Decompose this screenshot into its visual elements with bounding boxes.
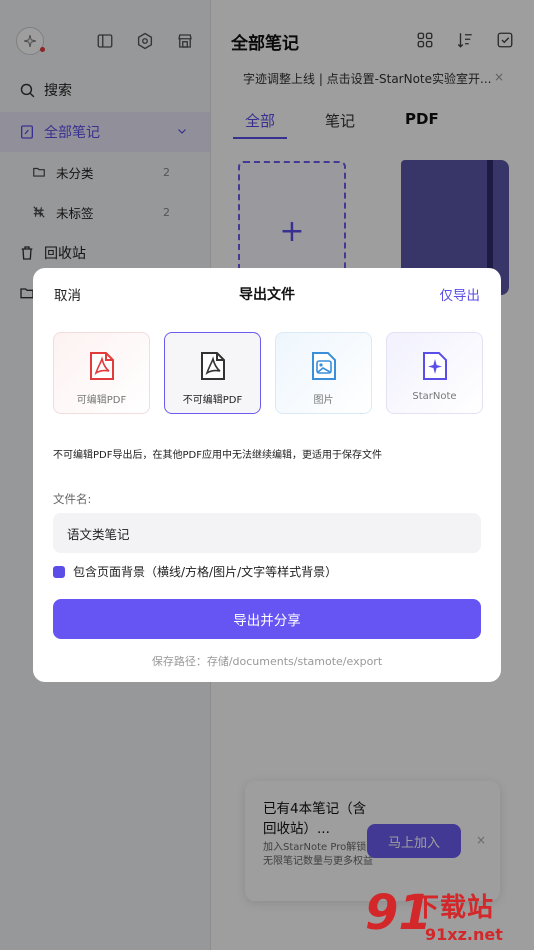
image-icon — [309, 351, 339, 381]
pdf-icon — [87, 351, 117, 381]
watermark-bottom: 91xz.net — [425, 925, 503, 944]
export-dialog: 导出文件 取消 仅导出 可编辑PDF 不可编辑PDF 图片 StarNote 不… — [33, 268, 501, 682]
option-image[interactable]: 图片 — [275, 332, 372, 414]
pdf-icon — [198, 351, 228, 381]
format-description: 不可编辑PDF导出后，在其他PDF应用中无法继续编辑，更适用于保存文件 — [53, 450, 382, 461]
option-label: 图片 — [313, 395, 334, 406]
watermark-logo: 91 下载站 91xz.net — [365, 885, 531, 947]
export-only-button[interactable]: 仅导出 — [440, 284, 481, 304]
dialog-title: 导出文件 — [239, 287, 295, 303]
option-non-editable-pdf[interactable]: 不可编辑PDF — [164, 332, 261, 414]
checkbox-checked-icon[interactable] — [53, 565, 65, 578]
sparkle-icon — [420, 351, 450, 381]
checkbox-label: 包含页面背景（横线/方格/图片/文字等样式背景） — [73, 565, 338, 579]
option-starnote[interactable]: StarNote — [386, 332, 483, 414]
filename-input[interactable]: 语文类笔记 — [53, 513, 481, 553]
option-label: 不可编辑PDF — [182, 395, 243, 406]
save-path: 保存路径：存储/documents/stamote/export — [151, 655, 383, 668]
include-background-checkbox[interactable]: 包含页面背景（横线/方格/图片/文字等样式背景） — [53, 563, 337, 580]
cancel-button[interactable]: 取消 — [54, 284, 81, 304]
option-label: StarNote — [412, 391, 457, 402]
option-label: 可编辑PDF — [76, 395, 127, 406]
export-format-options: 可编辑PDF 不可编辑PDF 图片 StarNote — [53, 332, 483, 414]
export-and-share-button[interactable]: 导出并分享 — [53, 599, 481, 639]
watermark-top: 下载站 — [413, 893, 495, 923]
filename-label: 文件名: — [53, 492, 92, 506]
option-editable-pdf[interactable]: 可编辑PDF — [53, 332, 150, 414]
